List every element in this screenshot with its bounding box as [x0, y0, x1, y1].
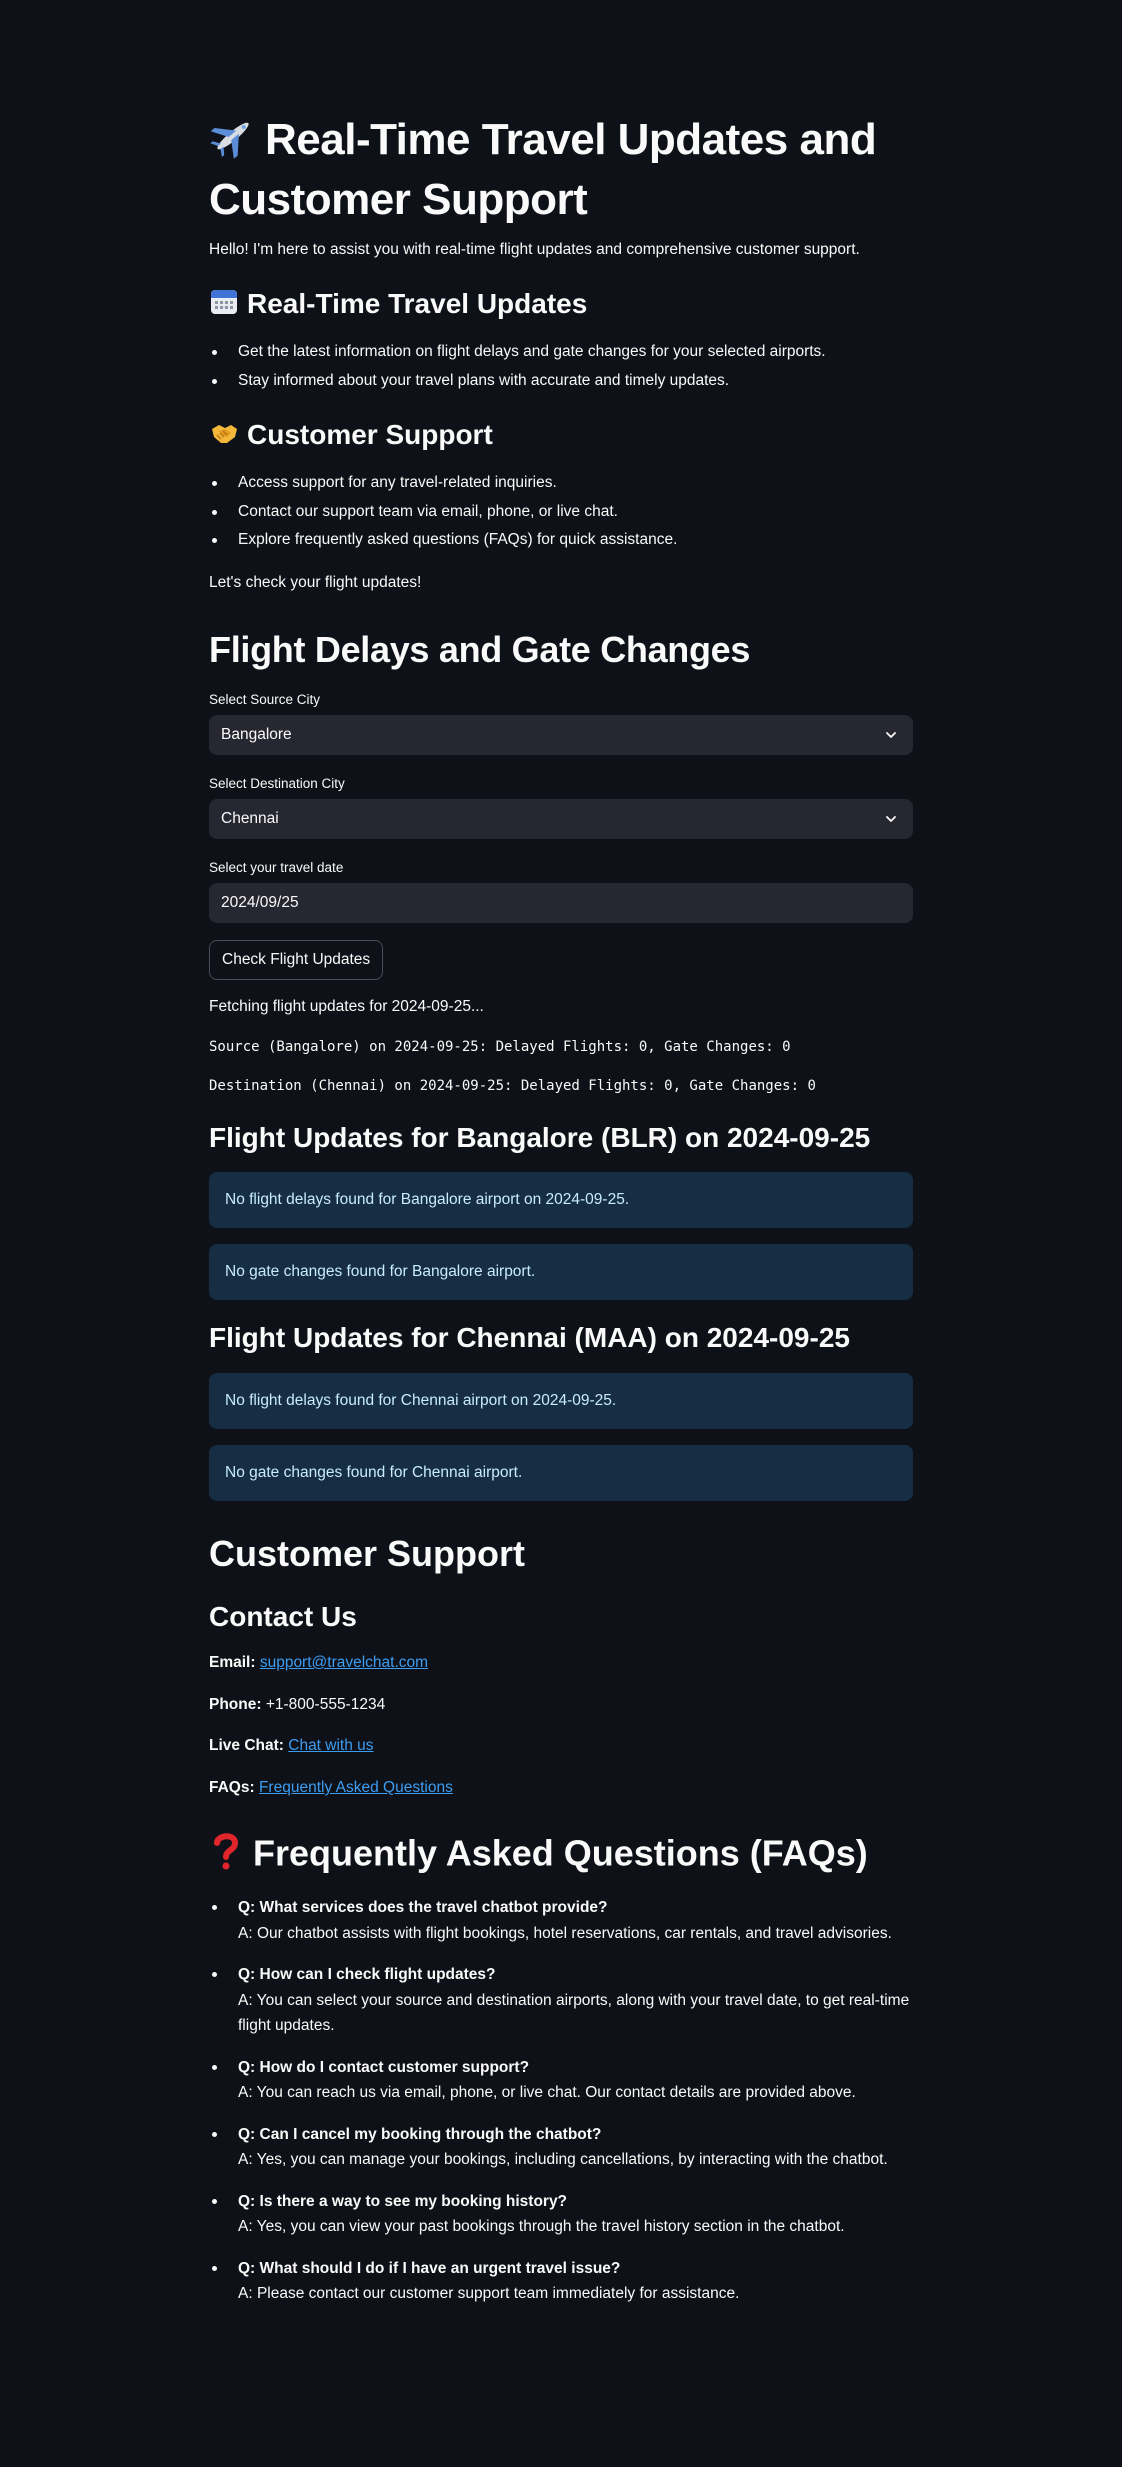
faq-item: Q: Is there a way to see my booking hist… [209, 2189, 913, 2240]
phone-label: Phone: [209, 1696, 262, 1713]
chevron-down-icon [881, 725, 901, 745]
customer-support-heading: Customer Support [209, 1533, 526, 1574]
source-city-label: Select Source City [209, 692, 321, 707]
faq-answer: A: Our chatbot assists with flight booki… [238, 1924, 892, 1942]
source-results-heading: Flight Updates for Bangalore (BLR) on 20… [209, 1122, 871, 1153]
faq-item: Q: Can I cancel my booking through the c… [209, 2122, 913, 2173]
faq-question: Q: How do I contact customer support? [238, 2058, 530, 2076]
phone-row: Phone: +1-800-555-1234 [209, 1693, 385, 1717]
travel-date-label: Select your travel date [209, 860, 344, 875]
destination-results-heading: Flight Updates for Chennai (MAA) on 2024… [209, 1322, 850, 1353]
faq-heading-text: Frequently Asked Questions (FAQs) [253, 1832, 868, 1874]
faq-item: Q: How do I contact customer support? A:… [209, 2055, 913, 2106]
source-delays-info: No flight delays found for Bangalore air… [209, 1172, 913, 1228]
support-heading-text: Customer Support [247, 419, 493, 450]
faq-question: Q: Can I cancel my booking through the c… [238, 2125, 602, 2143]
airplane-icon [209, 112, 257, 173]
destination-summary: Destination (Chennai) on 2024-09-25: Del… [209, 1078, 816, 1094]
faq-question: Q: How can I check flight updates? [238, 1966, 496, 1983]
destination-city-value: Chennai [221, 810, 279, 827]
travel-updates-heading-text: Real-Time Travel Updates [247, 288, 588, 319]
destination-city-label: Select Destination City [209, 776, 345, 791]
email-row: Email: support@travelchat.com [209, 1651, 428, 1675]
faq-list: Q: What services does the travel chatbot… [209, 1895, 913, 2307]
check-flight-updates-button[interactable]: Check Flight Updates [209, 940, 384, 980]
faq-answer: A: You can select your source and destin… [238, 1991, 910, 2035]
page-title: Real-Time Travel Updates and Customer Su… [209, 112, 913, 227]
faq-answer: A: Yes, you can view your past bookings … [238, 2218, 845, 2235]
contact-us-heading: Contact Us [209, 1601, 357, 1632]
calendar-icon [209, 286, 239, 325]
destination-delays-info: No flight delays found for Chennai airpo… [209, 1373, 913, 1429]
faq-answer: A: Yes, you can manage your bookings, in… [238, 2151, 888, 2168]
question-mark-icon [209, 1831, 243, 1881]
chevron-down-icon [881, 809, 901, 829]
live-chat-link[interactable]: Chat with us [288, 1737, 373, 1754]
live-chat-label: Live Chat: [209, 1737, 284, 1754]
travel-date-input[interactable]: 2024/09/25 [209, 883, 913, 923]
faq-answer: A: Please contact our customer support t… [238, 2285, 740, 2302]
faq-answer: A: You can reach us via email, phone, or… [238, 2084, 856, 2101]
support-list: Access support for any travel-related in… [209, 471, 913, 557]
faq-item: Q: What should I do if I have an urgent … [209, 2256, 913, 2307]
cta-text: Let's check your flight updates! [209, 574, 422, 591]
faq-heading: Frequently Asked Questions (FAQs) [209, 1831, 868, 1881]
source-city-select[interactable]: Bangalore [209, 715, 913, 755]
email-link[interactable]: support@travelchat.com [260, 1654, 428, 1671]
live-chat-row: Live Chat: Chat with us [209, 1734, 374, 1758]
faqs-label: FAQs: [209, 1779, 255, 1796]
faq-question: Q: What should I do if I have an urgent … [238, 2259, 621, 2277]
source-city-value: Bangalore [221, 726, 292, 743]
travel-updates-list: Get the latest information on flight del… [209, 340, 913, 397]
phone-value: +1-800-555-1234 [265, 1696, 386, 1713]
faq-item: Q: How can I check flight updates? A: Yo… [209, 1962, 913, 2039]
faq-question: Q: What services does the travel chatbot… [238, 1899, 608, 1916]
faq-question: Q: Is there a way to see my booking hist… [238, 2192, 568, 2210]
destination-gates-info: No gate changes found for Chennai airpor… [209, 1445, 913, 1501]
email-label: Email: [209, 1654, 256, 1671]
faq-item: Q: What services does the travel chatbot… [209, 1895, 913, 1946]
list-item: Stay informed about your travel plans wi… [209, 369, 913, 393]
fetching-status: Fetching flight updates for 2024-09-25..… [209, 998, 484, 1015]
support-heading: Customer Support [209, 417, 493, 456]
faqs-row: FAQs: Frequently Asked Questions [209, 1776, 453, 1800]
page-title-text: Real-Time Travel Updates and Customer Su… [209, 115, 877, 224]
travel-date-value: 2024/09/25 [221, 894, 299, 911]
travel-updates-heading: Real-Time Travel Updates [209, 286, 587, 325]
list-item: Get the latest information on flight del… [209, 340, 913, 364]
handshake-icon [209, 417, 239, 456]
list-item: Contact our support team via email, phon… [209, 500, 913, 524]
list-item: Explore frequently asked questions (FAQs… [209, 528, 913, 552]
intro-text: Hello! I'm here to assist you with real-… [209, 241, 860, 258]
source-summary: Source (Bangalore) on 2024-09-25: Delaye… [209, 1039, 791, 1055]
destination-city-select[interactable]: Chennai [209, 799, 913, 839]
faqs-link[interactable]: Frequently Asked Questions [259, 1779, 453, 1796]
list-item: Access support for any travel-related in… [209, 471, 913, 495]
source-gates-info: No gate changes found for Bangalore airp… [209, 1244, 913, 1300]
flight-form-heading: Flight Delays and Gate Changes [209, 629, 751, 670]
